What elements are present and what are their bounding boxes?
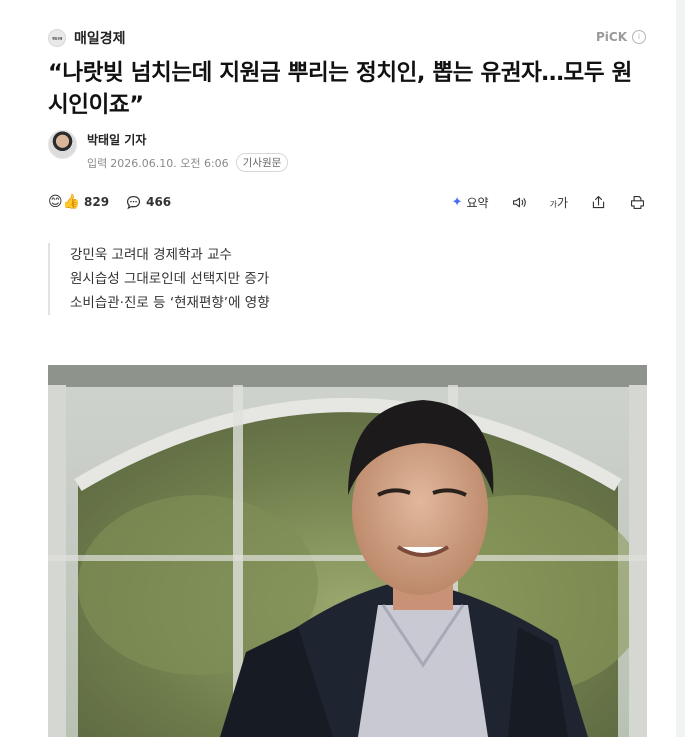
- author-block: 박태일 기자 입력 2026.06.10. 오전 6:06 기사원문: [48, 130, 289, 172]
- comment-count: 466: [146, 195, 172, 209]
- ai-summary-icon: ✦: [451, 194, 463, 210]
- photo-illustration: [48, 365, 647, 737]
- article-meta: 입력 2026.06.10. 오전 6:06 기사원문: [87, 153, 289, 172]
- pick-label: PiCK: [595, 30, 627, 44]
- publisher-logo[interactable]: 매일경제: [48, 29, 66, 47]
- font-size-button[interactable]: 가가: [550, 194, 568, 211]
- comment-icon: [127, 195, 141, 209]
- publisher[interactable]: 매일경제 매일경제: [48, 28, 126, 48]
- author-avatar[interactable]: [48, 130, 77, 159]
- publisher-name[interactable]: 매일경제: [74, 28, 126, 48]
- pick-badge[interactable]: PiCK i: [596, 30, 646, 44]
- article-photo[interactable]: [48, 365, 647, 737]
- summary-label: 요약: [466, 195, 489, 210]
- summary-line: 강민욱 고려대 경제학과 교수: [70, 247, 232, 263]
- author-name[interactable]: 박태일 기자: [87, 131, 288, 148]
- font-size-large: 가: [556, 195, 568, 210]
- scrollbar-track[interactable]: [676, 0, 685, 737]
- font-size-small: 가: [549, 199, 557, 209]
- comment-button[interactable]: 466: [125, 194, 171, 211]
- summary-line: 소비습관·진로 등 ‘현재편향’에 영향: [70, 295, 270, 311]
- article-title: “나랏빚 넘치는데 지원금 뿌리는 정치인, 뽑는 유권자…모두 원시인이죠”: [48, 60, 632, 118]
- original-article-button[interactable]: 기사원문: [235, 153, 289, 172]
- article-summary: 강민욱 고려대 경제학과 교수 원시습성 그대로인데 선택지만 증가 소비습관·…: [48, 243, 270, 315]
- share-icon: [592, 195, 605, 208]
- reaction-button[interactable]: 😊👍 829: [48, 194, 109, 210]
- print-button[interactable]: [629, 194, 646, 211]
- share-button[interactable]: [590, 194, 607, 211]
- publish-date: 2026.06.10. 오전 6:06: [110, 156, 229, 170]
- audio-button[interactable]: [511, 194, 528, 211]
- article-card: 매일경제 매일경제 PiCK i “나랏빚 넘치는데 지원금 뿌리는 정치인, …: [0, 0, 676, 737]
- publisher-logo-text: 매일경제: [51, 36, 63, 40]
- summary-line: 원시습성 그대로인데 선택지만 증가: [70, 271, 270, 287]
- info-icon[interactable]: i: [632, 30, 646, 44]
- reaction-count: 829: [84, 195, 110, 209]
- reaction-emoji-icon: 😊👍: [48, 194, 81, 210]
- audio-icon: [512, 197, 526, 207]
- print-icon: [630, 195, 645, 209]
- font-size-icon: 가가: [550, 194, 568, 211]
- article-toolbar: 😊👍 829 466 ✦ 요약 가가: [48, 191, 646, 213]
- ai-summary-button[interactable]: ✦ 요약: [452, 194, 489, 211]
- date-label: 입력: [87, 156, 108, 170]
